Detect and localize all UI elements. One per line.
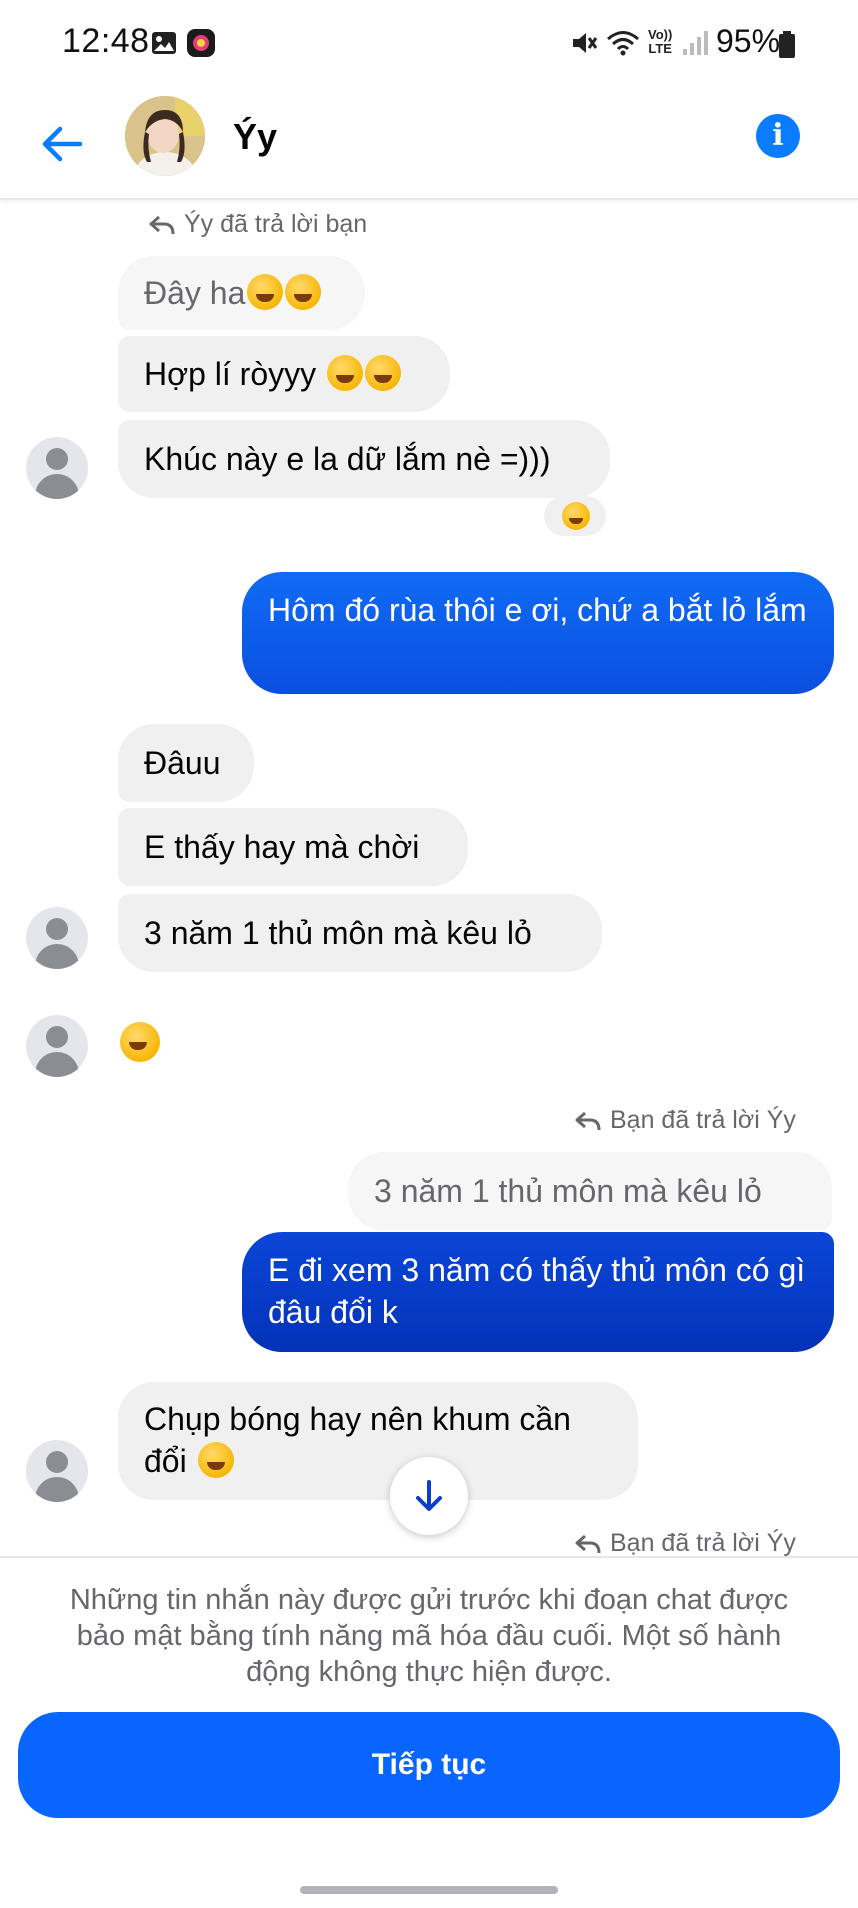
message-bubble[interactable]: Đâuu [118, 724, 254, 802]
message-bubble[interactable]: Khúc này e la dữ lắm nè =))) [118, 420, 610, 498]
wifi-icon [607, 31, 639, 56]
home-indicator[interactable] [300, 1886, 558, 1894]
battery-percentage: 95% [716, 23, 781, 59]
continue-button[interactable]: Tiếp tục [18, 1712, 840, 1818]
sender-avatar[interactable] [26, 1440, 88, 1502]
rolling-laughing-emoji [285, 274, 322, 310]
rolling-laughing-emoji [247, 274, 284, 310]
info-icon[interactable]: i [756, 114, 800, 158]
contact-name[interactable]: Ýy [233, 116, 277, 158]
sender-avatar[interactable] [26, 437, 88, 499]
pleading-face-emoji [120, 1022, 160, 1062]
laughing-emoji [327, 355, 364, 391]
scroll-to-bottom-button[interactable] [390, 1457, 468, 1535]
gallery-icon [152, 32, 176, 54]
reply-note: Ýy đã trả lời bạn [148, 210, 367, 239]
back-button[interactable] [36, 118, 88, 170]
message-bubble-outgoing[interactable]: Hôm đó rùa thôi e ơi, chứ a bắt lỏ lắm [242, 572, 834, 694]
message-bubble[interactable]: 3 năm 1 thủ môn mà kêu lỏ [118, 894, 602, 972]
reply-note: Bạn đã trả lời Ýy [574, 1106, 796, 1135]
battery-icon [779, 31, 795, 58]
message-bubble[interactable]: Hợp lí ròyyy [118, 336, 450, 412]
mute-icon [573, 33, 598, 53]
message-bubble[interactable]: Chụp bóng hay nên khum cần đổi [118, 1382, 638, 1500]
contact-photo [125, 96, 205, 176]
app-notification-icon [187, 29, 215, 57]
message-bubble[interactable]: E thấy hay mà chời [118, 808, 468, 886]
emoji-message[interactable] [118, 1022, 160, 1062]
reply-arrow-icon [575, 1111, 601, 1130]
giggling-emoji [197, 1442, 234, 1478]
message-reaction[interactable] [544, 496, 606, 536]
status-time: 12:48 [62, 22, 150, 60]
contact-avatar[interactable] [125, 96, 205, 176]
encryption-notice: Những tin nhắn này được gửi trước khi đo… [69, 1584, 789, 1688]
quoted-message[interactable]: Đây ha [118, 256, 365, 330]
volte-indicator: Vo)) LTE [648, 27, 673, 56]
sender-avatar[interactable] [26, 1015, 88, 1077]
quoted-message[interactable]: 3 năm 1 thủ môn mà kêu lỏ [348, 1152, 832, 1230]
arrow-left-icon [42, 126, 83, 162]
arrow-down-icon [416, 1480, 442, 1511]
signal-icon [683, 31, 708, 55]
sender-avatar[interactable] [26, 907, 88, 969]
laughing-emoji [562, 502, 590, 530]
reply-arrow-icon [149, 215, 175, 234]
message-bubble-outgoing[interactable]: E đi xem 3 năm có thấy thủ môn có gì đâu… [242, 1232, 834, 1352]
laughing-emoji [365, 355, 402, 391]
reply-arrow-icon [575, 1534, 601, 1553]
reply-note: Bạn đã trả lời Ýy [574, 1529, 796, 1558]
footer-divider [0, 1556, 858, 1558]
